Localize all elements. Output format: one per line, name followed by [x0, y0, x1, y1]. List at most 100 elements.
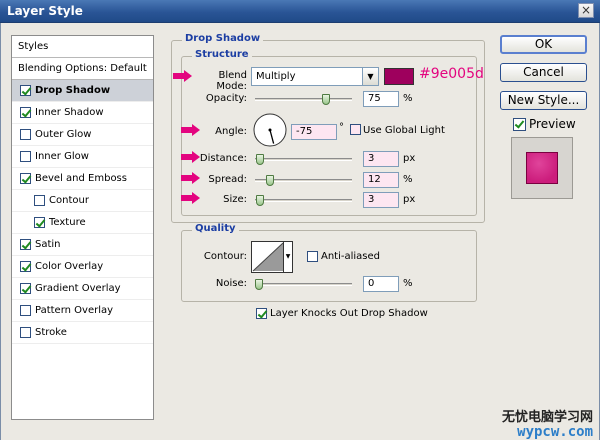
spread-slider[interactable]	[255, 175, 352, 186]
ok-button[interactable]: OK	[500, 35, 587, 54]
style-item-label: Pattern Overlay	[35, 305, 114, 316]
style-item[interactable]: Stroke	[12, 322, 153, 344]
blend-mode-value: Multiply	[256, 71, 296, 82]
preview-box	[511, 137, 573, 199]
distance-value: 3	[368, 153, 375, 164]
structure-title: Structure	[192, 49, 252, 60]
style-item[interactable]: Color Overlay	[12, 256, 153, 278]
blending-options-item[interactable]: Blending Options: Default	[12, 58, 153, 80]
anti-aliased-label: Anti-aliased	[321, 251, 381, 262]
style-item-checkbox[interactable]	[34, 217, 45, 228]
style-item-label: Inner Shadow	[35, 107, 104, 118]
use-global-light-checkbox[interactable]	[350, 124, 361, 135]
style-item-checkbox[interactable]	[34, 195, 45, 206]
style-item-checkbox[interactable]	[20, 173, 31, 184]
spread-value: 12	[368, 174, 381, 185]
angle-dial[interactable]	[252, 112, 288, 148]
preview-checkbox[interactable]	[513, 118, 526, 131]
style-item-label: Texture	[49, 217, 86, 228]
size-slider[interactable]	[255, 195, 352, 206]
styles-list: Styles Blending Options: Default Drop Sh…	[11, 35, 154, 420]
style-item-checkbox[interactable]	[20, 151, 31, 162]
spread-slider-thumb[interactable]	[265, 175, 274, 186]
distance-slider-thumb[interactable]	[255, 154, 264, 165]
size-value: 3	[368, 194, 375, 205]
style-item-label: Outer Glow	[35, 129, 92, 140]
style-item[interactable]: Drop Shadow	[12, 80, 153, 102]
style-item[interactable]: Texture	[12, 212, 153, 234]
noise-label: Noise:	[215, 278, 247, 289]
blend-mode-label: Blend Mode:	[216, 70, 247, 92]
size-unit: px	[403, 194, 416, 205]
opacity-slider-thumb[interactable]	[321, 94, 330, 105]
contour-label: Contour:	[203, 251, 247, 262]
window-title: Layer Style	[7, 4, 83, 18]
cancel-button[interactable]: Cancel	[500, 63, 587, 82]
angle-label: Angle:	[215, 126, 247, 137]
noise-unit: %	[403, 278, 413, 289]
new-style-button[interactable]: New Style...	[500, 91, 587, 110]
layer-knocks-out-checkbox[interactable]	[256, 308, 267, 319]
title-bar: Layer Style ×	[0, 0, 600, 23]
style-item[interactable]: Inner Shadow	[12, 102, 153, 124]
styles-header-label: Styles	[18, 41, 49, 52]
blending-options-label: Blending Options: Default	[18, 63, 147, 74]
contour-picker[interactable]: ▼	[251, 241, 293, 273]
angle-value: -75	[296, 126, 313, 137]
anti-aliased-checkbox[interactable]	[307, 251, 318, 262]
quality-title: Quality	[192, 223, 239, 234]
styles-header[interactable]: Styles	[12, 36, 153, 58]
noise-slider-thumb[interactable]	[255, 279, 263, 290]
style-item[interactable]: Pattern Overlay	[12, 300, 153, 322]
noise-input[interactable]: 0	[363, 276, 399, 292]
style-item[interactable]: Inner Glow	[12, 146, 153, 168]
style-item-label: Contour	[49, 195, 89, 206]
contour-curve-icon	[252, 242, 284, 272]
watermark-url: wypcw.com	[517, 424, 593, 440]
color-hex-annotation: #9e005d	[419, 66, 484, 82]
noise-slider[interactable]	[255, 279, 352, 290]
style-item-label: Color Overlay	[35, 261, 104, 272]
style-item-checkbox[interactable]	[20, 107, 31, 118]
angle-input[interactable]: -75	[291, 124, 337, 140]
opacity-value: 75	[368, 93, 381, 104]
angle-unit: °	[339, 122, 344, 133]
style-item-label: Stroke	[35, 327, 67, 338]
spread-label: Spread:	[208, 174, 247, 185]
distance-label: Distance:	[199, 153, 247, 164]
style-item-checkbox[interactable]	[20, 283, 31, 294]
distance-input[interactable]: 3	[363, 151, 399, 167]
size-label: Size:	[223, 194, 247, 205]
size-input[interactable]: 3	[363, 192, 399, 208]
layer-knocks-out-label: Layer Knocks Out Drop Shadow	[270, 308, 428, 319]
style-item-checkbox[interactable]	[20, 85, 31, 96]
preview-swatch	[526, 152, 558, 184]
shadow-color-swatch[interactable]	[384, 68, 414, 85]
style-item-label: Gradient Overlay	[35, 283, 121, 294]
style-item[interactable]: Outer Glow	[12, 124, 153, 146]
drop-shadow-title: Drop Shadow	[182, 33, 264, 44]
blend-mode-select[interactable]: Multiply ▼	[251, 67, 379, 86]
use-global-light-label: Use Global Light	[363, 125, 445, 136]
style-item[interactable]: Contour	[12, 190, 153, 212]
style-item-checkbox[interactable]	[20, 129, 31, 140]
distance-slider[interactable]	[255, 154, 352, 165]
style-item-label: Inner Glow	[35, 151, 89, 162]
distance-unit: px	[403, 153, 416, 164]
style-item-label: Bevel and Emboss	[35, 173, 127, 184]
opacity-input[interactable]: 75	[363, 91, 399, 107]
style-item[interactable]: Satin	[12, 234, 153, 256]
contour-dropdown-icon[interactable]: ▼	[283, 242, 292, 272]
opacity-slider[interactable]	[255, 94, 352, 105]
style-item[interactable]: Gradient Overlay	[12, 278, 153, 300]
opacity-label: Opacity:	[205, 93, 247, 104]
style-item-checkbox[interactable]	[20, 305, 31, 316]
style-item-checkbox[interactable]	[20, 261, 31, 272]
style-item-checkbox[interactable]	[20, 239, 31, 250]
style-item[interactable]: Bevel and Emboss	[12, 168, 153, 190]
preview-label: Preview	[529, 117, 576, 131]
close-button[interactable]: ×	[578, 3, 594, 18]
spread-input[interactable]: 12	[363, 172, 399, 188]
style-item-checkbox[interactable]	[20, 327, 31, 338]
size-slider-thumb[interactable]	[256, 195, 265, 206]
